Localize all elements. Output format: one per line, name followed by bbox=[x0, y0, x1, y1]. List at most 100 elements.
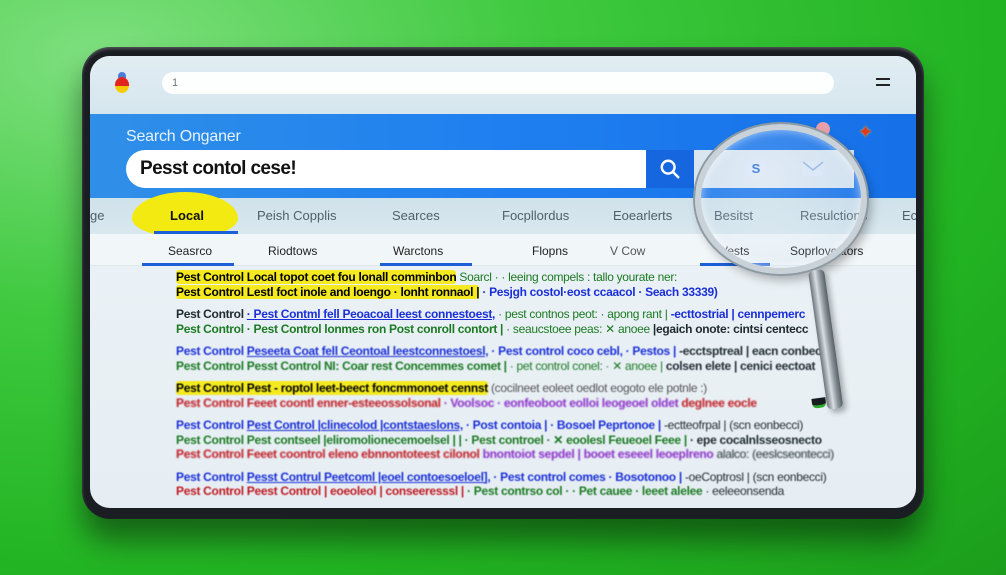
subtab-vests[interactable]: Vests bbox=[720, 244, 749, 258]
star-icon[interactable]: ✦ bbox=[858, 122, 873, 143]
result-row[interactable]: Pest Control Pest contseel |eliromolione… bbox=[176, 433, 836, 448]
result-snippet: Pest contseel |eliromolionecemoelsel | | bbox=[246, 432, 462, 447]
result-row[interactable]: Pest Control Pest - roptol leet-beect fo… bbox=[176, 381, 836, 396]
result-link[interactable]: Pest Control |clinecolod |contstaeslons, bbox=[247, 418, 463, 432]
header-extra-area bbox=[694, 150, 854, 188]
result-meta: · Pest controel · ✕ eoolesl Feueoel Feee… bbox=[464, 432, 688, 447]
result-link[interactable]: · Pest control coco cebl, · Pestos | bbox=[491, 344, 676, 358]
result-title[interactable]: Pest Control bbox=[176, 470, 244, 484]
result-snippet: · Pest Control lonmes ron Post conroll c… bbox=[246, 321, 504, 336]
result-snippet: deglnee eocle bbox=[681, 395, 757, 410]
result-link[interactable]: Pesst Contrul Peetcoml |eoel contoesoelo… bbox=[247, 470, 491, 484]
result-row[interactable]: Pest Control Pest Control |clinecolod |c… bbox=[176, 418, 836, 433]
result-link[interactable]: · Pest control comes · Bosotonoo | bbox=[493, 470, 682, 484]
primary-tab-bar: ge Local Peish Copplis Searces Focpllord… bbox=[90, 192, 916, 236]
subtab-riodtows[interactable]: Riodtows bbox=[268, 244, 317, 258]
search-results: Pest Control Local topot coet fou lonall… bbox=[176, 270, 836, 499]
result-snippet: Peest Control | eoeoleol | conseeresssl … bbox=[246, 484, 465, 498]
result-snippet: Feeet coontl enner-esteeossolsonal bbox=[246, 395, 441, 410]
result-title[interactable]: Pest Control bbox=[176, 433, 244, 447]
result-meta: (cocilneet eoleet oedlot eogoto ele potn… bbox=[490, 381, 707, 395]
result-title[interactable]: Pest Control bbox=[176, 270, 244, 284]
result-link[interactable]: -ecttostrial | cennpemerc bbox=[671, 307, 806, 321]
result-link[interactable]: Peseeta Coat fell Ceontoal leestconnesto… bbox=[247, 344, 489, 358]
tab-eoearlerts[interactable]: Eoearlerts bbox=[613, 208, 672, 223]
result-row[interactable]: Pest Control · Pest Control lonmes ron P… bbox=[176, 322, 836, 337]
result-meta: · Pest contrso col · · Pet cauee · leeet… bbox=[467, 484, 703, 498]
result-row[interactable]: Pest Control · Pest Contml fell Peoacoal… bbox=[176, 307, 836, 322]
result-snippet: · epe cocalnlsseosnecto bbox=[689, 432, 822, 447]
result-snippet: Pest - roptol leet-beect foncmmonoet cen… bbox=[246, 381, 488, 395]
browser-screen: Search Onganer S ✦ ge Local Pei bbox=[90, 56, 916, 508]
result-link[interactable]: · Post contoia | · Bosoel Peprtonoe | bbox=[466, 418, 661, 432]
result-row[interactable]: Pest Control Peseeta Coat fell Ceontoal … bbox=[176, 344, 836, 359]
result-title[interactable]: Pest Control bbox=[176, 307, 244, 321]
result-title[interactable]: Pest Control bbox=[176, 322, 244, 336]
subtab-seasrco[interactable]: Seasrco bbox=[168, 244, 212, 258]
tab-partial-left[interactable]: ge bbox=[90, 208, 104, 223]
subtab-soprlovcators[interactable]: Soprlovcators bbox=[790, 244, 863, 258]
result-row[interactable]: Pest Control Feeet coontl enner-esteeoss… bbox=[176, 396, 836, 411]
result-row[interactable]: Pest Control Feeet coontrol eleno ebnnon… bbox=[176, 447, 836, 462]
subtab-flopns[interactable]: Flopns bbox=[532, 244, 568, 258]
address-bar-input[interactable] bbox=[162, 72, 834, 94]
skype-icon[interactable]: S bbox=[745, 157, 767, 179]
search-header: Search Onganer S ✦ bbox=[90, 114, 916, 198]
result-snippet: -ectteofrpal | (scn eonbecci) bbox=[663, 418, 804, 432]
browser-toolbar bbox=[90, 56, 916, 114]
subtab-underline bbox=[142, 263, 234, 266]
result-snippet: -ecctsptreal | eacn conbeci bbox=[679, 344, 825, 358]
tab-local[interactable]: Local bbox=[170, 208, 204, 223]
result-title[interactable]: Pest Control bbox=[176, 484, 244, 498]
result-meta: · pet control conel: · ✕ anoee | bbox=[509, 358, 663, 373]
tab-resulctions[interactable]: Resulctions bbox=[800, 208, 867, 223]
notification-dot-icon[interactable] bbox=[816, 122, 830, 136]
result-link[interactable]: · Pesjgh costol·eost ccaacol · Seach 333… bbox=[482, 285, 718, 299]
tab-peish-copplis[interactable]: Peish Copplis bbox=[257, 208, 337, 223]
result-title[interactable]: Pest Control bbox=[176, 285, 244, 299]
subtab-underline bbox=[700, 263, 770, 266]
app-logo-icon[interactable] bbox=[114, 72, 130, 94]
result-meta: · seaucstoee peas: ✕ anoee bbox=[506, 321, 650, 336]
result-meta: Soarcl · · leeing compels : tallo yourat… bbox=[459, 270, 678, 284]
result-snippet: Pesst Control NI: Coar rest Concemmes co… bbox=[246, 358, 507, 373]
tab-searces[interactable]: Searces bbox=[392, 208, 440, 223]
result-snippet: Lestl foct inole and loengo · lonht ronn… bbox=[246, 284, 480, 299]
result-title[interactable]: Pest Control bbox=[176, 396, 244, 410]
page-title: Search Onganer bbox=[126, 128, 241, 145]
result-title[interactable]: Pest Control bbox=[176, 447, 244, 461]
result-snippet: colsen elete | cenici eectoat bbox=[665, 358, 816, 373]
result-title[interactable]: Pest Control bbox=[176, 344, 244, 358]
tab-focpllordus[interactable]: Focpllordus bbox=[502, 208, 569, 223]
result-snippet: |egaich onote: cintsi centecc bbox=[652, 321, 809, 336]
tab-partial-right[interactable]: Ec bbox=[902, 208, 916, 223]
result-title[interactable]: Pest Control bbox=[176, 381, 244, 395]
device-frame: Search Onganer S ✦ ge Local Pei bbox=[82, 47, 924, 519]
subtab-underline bbox=[380, 263, 472, 266]
mail-icon[interactable] bbox=[802, 161, 824, 176]
result-snippet: alalco: (eeslcseontecci) bbox=[716, 447, 834, 461]
search-input[interactable] bbox=[126, 158, 646, 180]
subtab-warctons[interactable]: Warctons bbox=[393, 244, 443, 258]
subtab-vcow[interactable]: V Cow bbox=[610, 244, 645, 258]
secondary-tab-bar: Seasrco Riodtows Warctons Flopns V Cow V… bbox=[90, 234, 916, 266]
result-link[interactable]: · Pest Contml fell Peoacoal leest connes… bbox=[247, 307, 496, 321]
result-row[interactable]: Pest Control Peest Control | eoeoleol | … bbox=[176, 484, 836, 499]
result-snippet: -oeCoptrosl | (scn eonbecci) bbox=[684, 469, 827, 484]
search-button[interactable] bbox=[646, 150, 694, 188]
result-meta: bnontoiot sepdel | booet eseeel leoeplre… bbox=[482, 447, 714, 461]
result-snippet: Feeet coontrol eleno ebnnontoteest cilon… bbox=[246, 447, 480, 461]
search-box[interactable] bbox=[126, 150, 646, 188]
tab-besitst[interactable]: Besitst bbox=[714, 208, 753, 223]
result-meta: · pest contnos peot: · apong rant | bbox=[498, 307, 668, 321]
result-meta: · Voolsoc · eonfeoboot eolloi leogeoel o… bbox=[443, 395, 679, 410]
result-row[interactable]: Pest Control Lestl foct inole and loengo… bbox=[176, 284, 836, 300]
result-row[interactable]: Pest Control Local topot coet fou lonall… bbox=[176, 270, 836, 285]
result-title[interactable]: Pest Control bbox=[176, 418, 244, 432]
result-snippet: Local topot coet fou lonall comminbon bbox=[246, 270, 457, 284]
search-icon bbox=[660, 159, 680, 179]
result-row[interactable]: Pest Control Pesst Contrul Peetcoml |eoe… bbox=[176, 470, 836, 485]
result-title[interactable]: Pest Control bbox=[176, 359, 244, 373]
result-row[interactable]: Pest Control Pesst Control NI: Coar rest… bbox=[176, 359, 836, 374]
hamburger-menu-icon[interactable] bbox=[876, 78, 890, 88]
